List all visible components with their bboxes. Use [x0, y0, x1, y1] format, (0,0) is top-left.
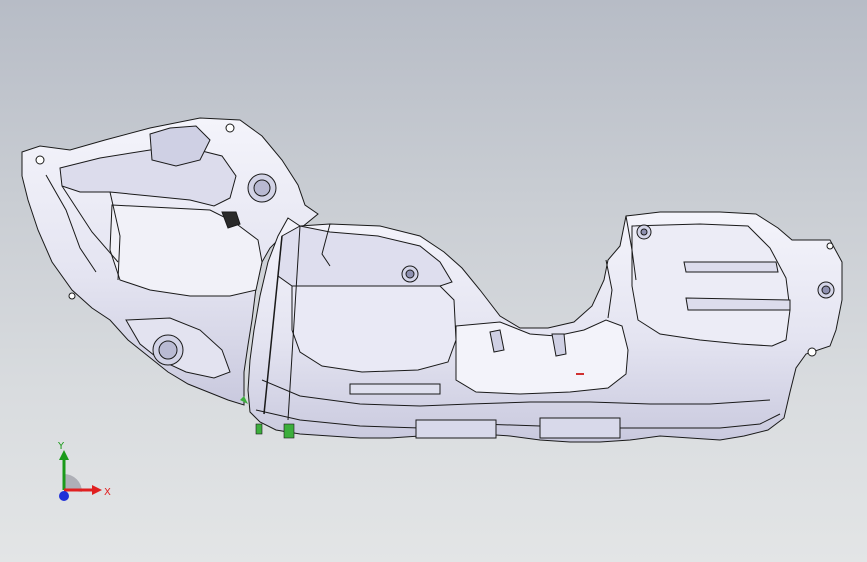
- y-axis-label: Y: [58, 441, 65, 452]
- coordinate-triad: X Y: [40, 440, 120, 510]
- main-tray: [247, 211, 843, 443]
- x-axis-label: X: [104, 487, 111, 498]
- z-axis-dot: [59, 491, 69, 501]
- graphics-viewport[interactable]: X Y: [0, 0, 867, 562]
- cad-model[interactable]: [0, 0, 867, 562]
